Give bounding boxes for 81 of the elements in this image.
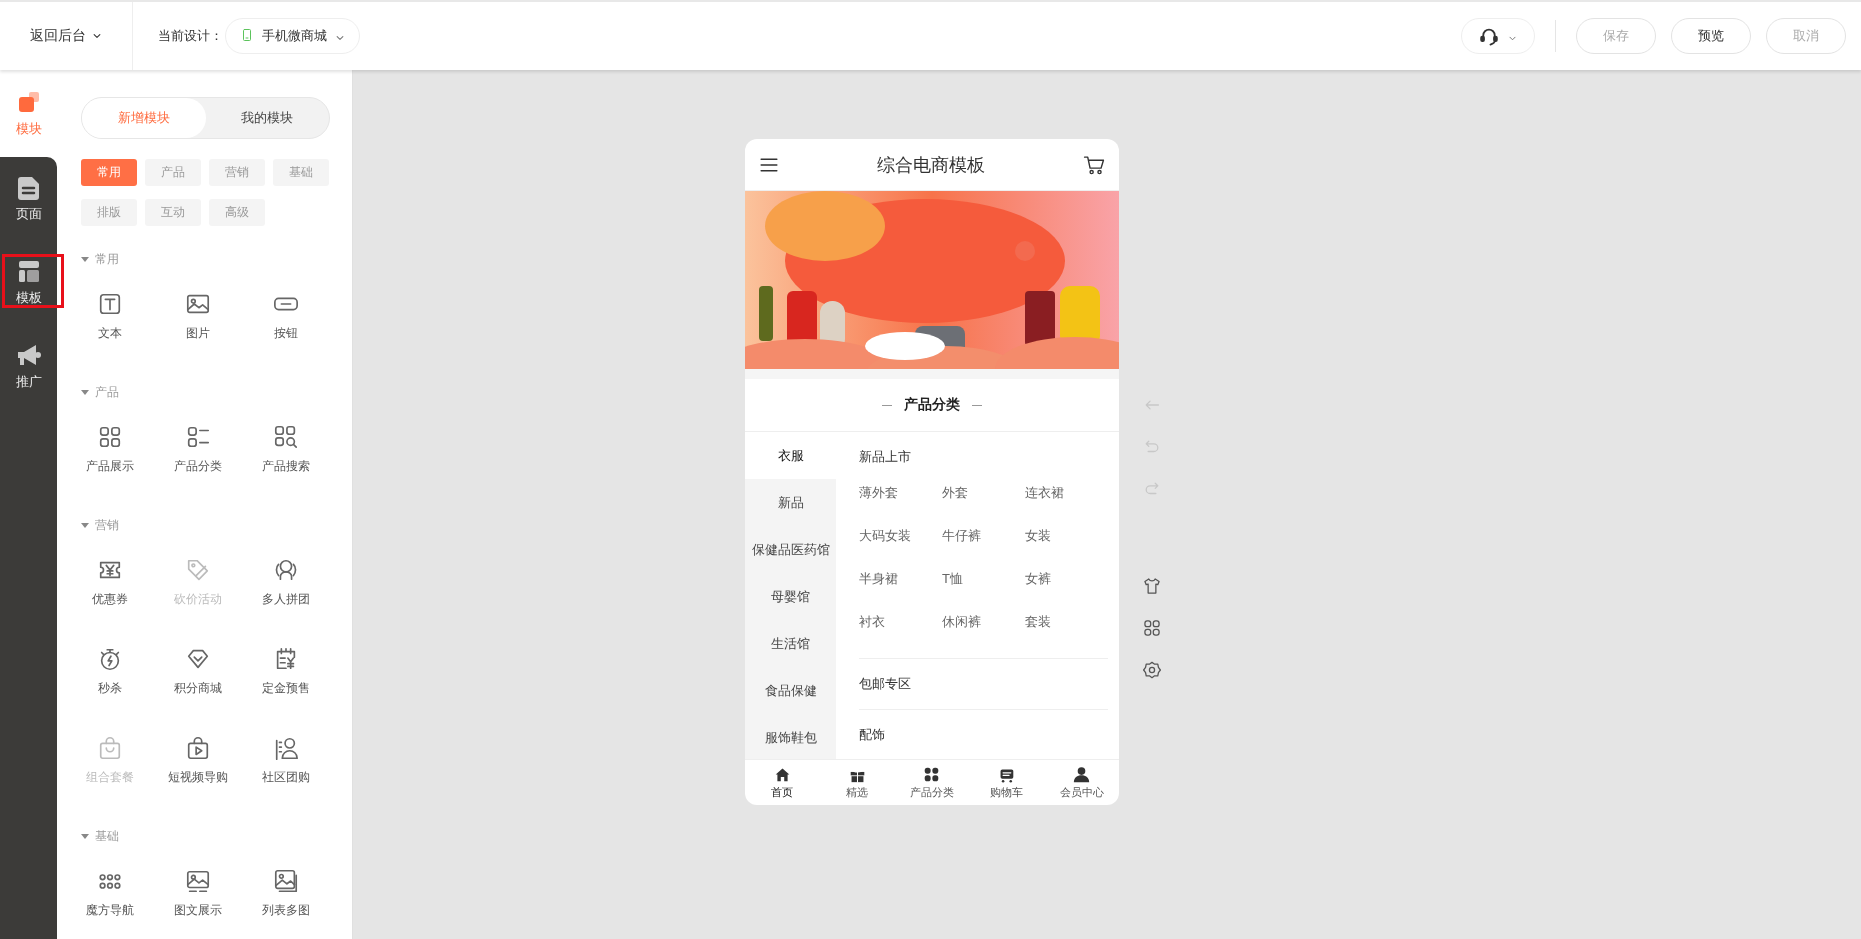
- caret-icon: [1507, 34, 1517, 43]
- module-item[interactable]: 定金预售: [242, 624, 330, 713]
- triangle-icon: [81, 388, 89, 396]
- play-bag-icon: [185, 735, 211, 761]
- category-item[interactable]: 保健品医药馆: [745, 526, 836, 573]
- support-dropdown[interactable]: [1461, 18, 1535, 54]
- module-item[interactable]: 优惠券: [66, 535, 154, 624]
- category-item[interactable]: 服饰鞋包: [745, 714, 836, 759]
- nav-tab[interactable]: 会员中心: [1044, 760, 1119, 805]
- document-icon: [15, 175, 42, 201]
- grid-icon: [97, 424, 123, 450]
- page-title: 综合电商模板: [876, 153, 986, 177]
- caret-icon: [335, 33, 345, 43]
- nav-tab[interactable]: 购物车: [969, 760, 1045, 805]
- caret-icon: [92, 31, 102, 41]
- subcategory-link[interactable]: 连衣裙: [1025, 471, 1108, 514]
- subcategory-link[interactable]: 衬衣: [859, 600, 942, 643]
- module-item[interactable]: 文本: [66, 269, 154, 358]
- triangle-icon: [81, 832, 89, 840]
- settings-button[interactable]: [1143, 661, 1161, 679]
- module-item[interactable]: 产品分类: [154, 402, 242, 491]
- components-button[interactable]: [1143, 619, 1161, 637]
- subcategory-link[interactable]: 外套: [942, 471, 1025, 514]
- subcategory-link[interactable]: 休闲裤: [942, 600, 1025, 643]
- subcategory-heading[interactable]: 新品上市: [859, 432, 911, 467]
- subcategory-link[interactable]: 大码女装: [859, 514, 942, 557]
- category-item[interactable]: 食品保健: [745, 667, 836, 714]
- grid-icon: [1143, 619, 1161, 637]
- module-item[interactable]: 秒杀: [66, 624, 154, 713]
- rail-item[interactable]: 页面: [0, 157, 57, 241]
- module-item[interactable]: 图文展示: [154, 846, 242, 935]
- module-item[interactable]: 列表多图: [242, 846, 330, 935]
- cart-icon: [1083, 153, 1105, 176]
- people-icon: [273, 557, 299, 583]
- triangle-icon: [81, 255, 89, 263]
- subcategory-link[interactable]: 女裤: [1025, 557, 1108, 600]
- module-item[interactable]: 积分商城: [154, 624, 242, 713]
- blocks-icon: [923, 765, 941, 783]
- phone-icon: [240, 27, 254, 42]
- subcategory-heading[interactable]: 配饰: [859, 710, 885, 745]
- category-item[interactable]: 母婴馆: [745, 573, 836, 620]
- module-item[interactable]: 短视频导购: [154, 713, 242, 802]
- subcategory-heading[interactable]: 包邮专区: [859, 659, 911, 694]
- subcategory-link[interactable]: 女装: [1025, 514, 1108, 557]
- nav-tab[interactable]: 首页: [745, 760, 820, 805]
- triangle-icon: [81, 521, 89, 529]
- category-item[interactable]: 新品: [745, 479, 836, 526]
- image-icon: [185, 868, 211, 894]
- bag-icon: [97, 735, 123, 761]
- settings-icon: [1143, 661, 1161, 679]
- grid-search-icon: [273, 424, 299, 450]
- module-item[interactable]: 产品搜索: [242, 402, 330, 491]
- category-item[interactable]: 生活馆: [745, 620, 836, 667]
- person-icon: [273, 735, 299, 761]
- module-item[interactable]: 魔方导航: [66, 846, 154, 935]
- design-label: 当前设计：: [158, 27, 223, 45]
- headset-icon: [1479, 26, 1499, 46]
- section-title: 产品分类: [904, 396, 960, 414]
- subcategory-link[interactable]: T恤: [942, 557, 1025, 600]
- module-item[interactable]: 产品展示: [66, 402, 154, 491]
- theme-button[interactable]: [1143, 577, 1161, 595]
- rail-item[interactable]: 推广: [0, 325, 57, 409]
- text-icon: [97, 291, 123, 317]
- list-icon: [185, 424, 211, 450]
- subcategory-link[interactable]: 半身裙: [859, 557, 942, 600]
- nav-tab[interactable]: 精选: [819, 760, 895, 805]
- module-item[interactable]: 图片: [154, 269, 242, 358]
- module-tab[interactable]: 我的模块: [205, 98, 329, 138]
- module-item[interactable]: 多人拼团: [242, 535, 330, 624]
- nav-tab[interactable]: 产品分类: [894, 760, 970, 805]
- user-icon: [1073, 765, 1091, 783]
- subcategory-link[interactable]: 套装: [1025, 600, 1108, 643]
- toolbar-button[interactable]: 预览: [1671, 18, 1751, 54]
- shirt-icon: [1143, 577, 1161, 595]
- subcategory-link[interactable]: 薄外套: [859, 471, 942, 514]
- subcategory-link[interactable]: 牛仔裤: [942, 514, 1025, 557]
- image-stack-icon: [273, 868, 299, 894]
- tag-icon: [185, 557, 211, 583]
- module-item[interactable]: 社区团购: [242, 713, 330, 802]
- design-selector[interactable]: 手机微商城: [225, 18, 360, 54]
- module-item[interactable]: 按钮: [242, 269, 330, 358]
